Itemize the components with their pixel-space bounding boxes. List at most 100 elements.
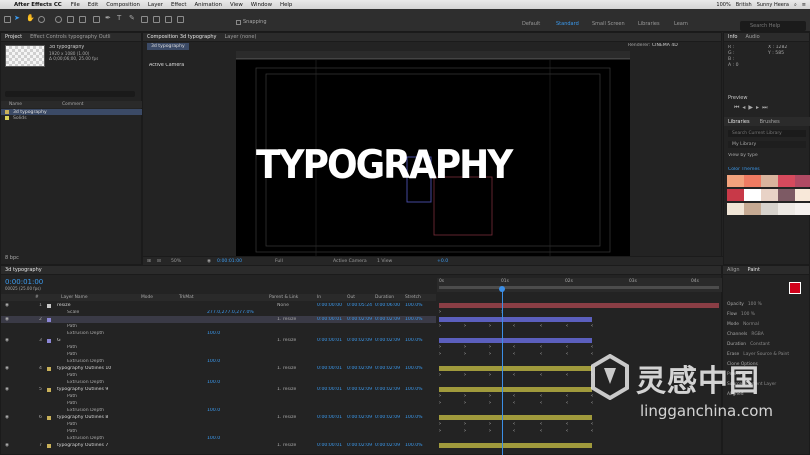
keyframe-icon[interactable]: ‹ [513,421,515,427]
keyframe-icon[interactable]: › [464,344,466,350]
layer-name[interactable]: Extrusion Depth [67,380,104,385]
swatch[interactable] [761,189,778,201]
label-color-swatch[interactable] [47,443,51,448]
work-area-bar[interactable] [439,286,719,289]
keyframe-icon[interactable]: ‹ [513,351,515,357]
label-color-swatch[interactable] [47,303,51,308]
keyframe-icon[interactable]: ‹ [513,428,515,434]
home-icon[interactable] [4,16,11,23]
table-row[interactable]: Extrusion Depth 100.0 [1,407,436,414]
layer-name[interactable]: typography Outlines 9 [57,387,108,392]
keyframe-icon[interactable]: › [464,400,466,406]
keyframe-icon[interactable]: › [489,344,491,350]
tab-info[interactable]: Info [728,34,737,40]
pan-behind-icon[interactable] [79,16,86,23]
swatch[interactable] [761,203,778,215]
label-color-swatch[interactable] [47,366,51,371]
paint-field-value[interactable]: RGBA [751,332,763,337]
exposure-value[interactable]: +0.0 [437,259,448,264]
swatch[interactable] [744,203,761,215]
current-time-display[interactable]: 0:00:01:00 [217,259,242,264]
layer-name[interactable]: Extrusion Depth [67,359,104,364]
tab-audio[interactable]: Audio [745,34,759,40]
tab-layer[interactable]: Layer (none) [225,34,257,40]
layer-name[interactable]: Extrusion Depth [67,408,104,413]
layer-name[interactable]: G [57,338,61,343]
keyframe-icon[interactable]: ‹ [540,428,542,434]
menu-file[interactable]: File [67,2,84,8]
keyframe-icon[interactable]: › [489,372,491,378]
tab-libraries[interactable]: Libraries [728,119,750,125]
keyframe-icon[interactable]: ‹ [540,372,542,378]
list-item[interactable]: Solids [1,115,143,121]
keyframe-icon[interactable]: ‹ [566,400,568,406]
col-layer-name[interactable]: Layer Name [61,295,88,300]
roto-brush-icon[interactable] [165,16,172,23]
camera-tool-icon[interactable] [67,16,74,23]
table-row[interactable]: Path [1,421,436,428]
keyframe-icon[interactable]: › [439,323,441,329]
keyframe-icon[interactable]: ‹ [513,323,515,329]
keyframe-icon[interactable]: ‹ [513,344,515,350]
keyframe-icon[interactable]: › [439,393,441,399]
menu-animation[interactable]: Animation [190,2,225,8]
keyframe-icon[interactable]: › [489,421,491,427]
keyframe-icon[interactable]: › [464,351,466,357]
keyframe-icon[interactable]: › [489,393,491,399]
layer-duration-bar[interactable] [439,366,592,371]
user-name[interactable]: Sunny Heera [757,2,789,8]
table-row[interactable]: Extrusion Depth 100.0 [1,330,436,337]
layer-name[interactable]: Path [67,345,77,350]
swatch[interactable] [778,203,795,215]
zoom-tool-icon[interactable] [38,16,45,23]
table-row[interactable]: Scale 277.0,277.0,277.0% [1,309,436,316]
tab-effect-controls[interactable]: Effect Controls typography Outli [30,34,120,40]
camera-view-dropdown[interactable]: Active Camera [333,259,367,264]
brush-tool-icon[interactable]: ✎ [129,14,136,22]
parent-dropdown[interactable]: None [277,303,289,308]
guides-icon[interactable]: ⊟ [157,259,161,264]
table-row[interactable]: ◉ 6 typography Outlines 8 1. resize 0:00:00:… [1,414,436,421]
layer-duration-bar[interactable] [439,443,592,448]
keyframe-icon[interactable]: ‹ [540,323,542,329]
preview-header[interactable]: Preview [728,95,747,101]
parent-dropdown[interactable]: 1. resize [277,415,296,420]
keyframe-icon[interactable]: › [439,351,441,357]
tab-align[interactable]: Align [727,267,740,273]
table-row[interactable]: Extrusion Depth 100.0 [1,358,436,365]
menu-layer[interactable]: Layer [144,2,167,8]
parent-dropdown[interactable]: 1. resize [277,387,296,392]
table-row[interactable]: ◉ 7 typography Outlines 7 1. resize 0:00:00:… [1,442,436,449]
layer-name[interactable]: resize [57,303,71,308]
tab-project[interactable]: Project [5,34,22,40]
layer-name[interactable]: Extrusion Depth [67,436,104,441]
playhead[interactable] [502,288,503,455]
keyframe-icon[interactable]: › [439,428,441,434]
keyframe-icon[interactable]: ‹ [566,323,568,329]
keyframe-icon[interactable]: ‹ [513,372,515,378]
table-row[interactable]: ◉ 5 typography Outlines 9 1. resize 0:00:00:… [1,386,436,393]
parent-dropdown[interactable]: 1. resize [277,443,296,448]
keyframe-icon[interactable]: ‹ [540,351,542,357]
time-ruler[interactable]: 0s 01s 02s 03s 04s [437,278,723,292]
table-row[interactable]: ◉ 3 G 1. resize 0:00:00:01 0:00:02:09 0:00:02:… [1,337,436,344]
view-by-type-dropdown[interactable]: View by type [728,153,758,158]
apple-icon[interactable] [4,1,10,8]
library-dropdown[interactable]: My Library [728,141,806,148]
clone-stamp-icon[interactable] [141,16,148,23]
swatch[interactable] [727,203,744,215]
table-row[interactable]: Extrusion Depth 100.0 [1,379,436,386]
keyframe-icon[interactable]: › [464,323,466,329]
table-row[interactable]: ◉ 4 typography Outlines 10 1. resize 0:00:00… [1,365,436,372]
input-source[interactable]: British [736,2,752,8]
keyframe-icon[interactable]: ‹ [566,351,568,357]
rectangle-tool-icon[interactable] [93,16,100,23]
layer-name[interactable]: typography Outlines 8 [57,415,108,420]
keyframe-icon[interactable]: › [464,428,466,434]
keyframe-icon[interactable]: › [439,400,441,406]
keyframe-icon[interactable]: ‹ [566,372,568,378]
hand-tool-icon[interactable]: ✋ [26,14,35,22]
menu-composition[interactable]: Composition [102,2,144,8]
label-color-swatch[interactable] [47,415,51,420]
play-icon[interactable]: ▶ [748,104,756,111]
